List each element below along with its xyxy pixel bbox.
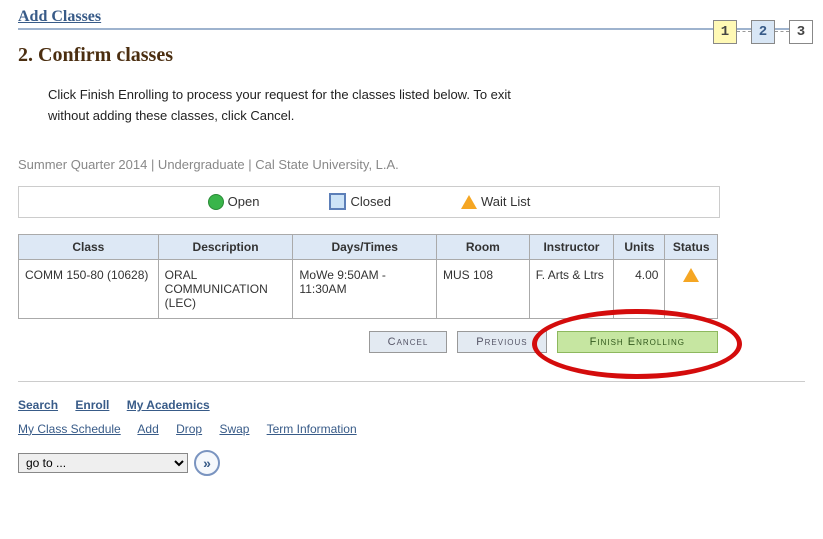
step-separator — [737, 31, 751, 33]
drop-link[interactable]: Drop — [176, 422, 202, 436]
waitlist-icon — [683, 268, 699, 282]
step-3: 3 — [789, 20, 813, 44]
legend-open: Open — [208, 194, 260, 210]
add-link[interactable]: Add — [137, 422, 158, 436]
bottom-primary-nav: Search Enroll My Academics — [18, 398, 805, 412]
term-info: Summer Quarter 2014 | Undergraduate | Ca… — [18, 157, 805, 172]
action-buttons: Cancel Previous Finish Enrolling — [18, 331, 718, 353]
col-room: Room — [436, 234, 529, 259]
my-class-schedule-link[interactable]: My Class Schedule — [18, 422, 121, 436]
page-title: Add Classes — [18, 8, 805, 30]
classes-table: Class Description Days/Times Room Instru… — [18, 234, 718, 319]
closed-icon — [329, 193, 346, 210]
cell-days: MoWe 9:50AM - 11:30AM — [293, 259, 437, 318]
swap-link[interactable]: Swap — [219, 422, 249, 436]
step-indicator: 1 2 3 — [713, 20, 813, 44]
previous-button[interactable]: Previous — [457, 331, 546, 353]
col-status: Status — [665, 234, 718, 259]
enroll-link[interactable]: Enroll — [75, 398, 109, 412]
col-units: Units — [614, 234, 665, 259]
instruction-line-2: without adding these classes, click Canc… — [48, 108, 294, 123]
legend-waitlist-label: Wait List — [481, 194, 530, 209]
cell-units: 4.00 — [614, 259, 665, 318]
goto-button[interactable]: » — [194, 450, 220, 476]
col-instructor: Instructor — [529, 234, 614, 259]
col-class: Class — [19, 234, 159, 259]
cell-instructor: F. Arts & Ltrs — [529, 259, 614, 318]
legend-waitlist: Wait List — [461, 194, 530, 209]
section-title: 2. Confirm classes — [18, 44, 805, 67]
cell-class: COMM 150-80 (10628) — [19, 259, 159, 318]
term-information-link[interactable]: Term Information — [267, 422, 357, 436]
instruction-text: Click Finish Enrolling to process your r… — [48, 85, 748, 127]
step-separator — [775, 31, 789, 33]
legend-closed-label: Closed — [350, 194, 390, 209]
legend-closed: Closed — [329, 193, 390, 210]
cell-status — [665, 259, 718, 318]
legend-open-label: Open — [228, 194, 260, 209]
table-row: COMM 150-80 (10628) ORAL COMMUNICATION (… — [19, 259, 718, 318]
goto-row: go to ... » — [18, 450, 805, 476]
goto-select[interactable]: go to ... — [18, 453, 188, 473]
search-link[interactable]: Search — [18, 398, 58, 412]
table-header-row: Class Description Days/Times Room Instru… — [19, 234, 718, 259]
instruction-line-1: Click Finish Enrolling to process your r… — [48, 87, 511, 102]
my-academics-link[interactable]: My Academics — [127, 398, 210, 412]
waitlist-icon — [461, 195, 477, 209]
finish-enrolling-button[interactable]: Finish Enrolling — [557, 331, 718, 353]
status-legend: Open Closed Wait List — [18, 186, 720, 218]
bottom-secondary-nav: My Class Schedule Add Drop Swap Term Inf… — [18, 422, 805, 436]
chevron-right-icon: » — [203, 455, 211, 471]
cell-room: MUS 108 — [436, 259, 529, 318]
col-description: Description — [158, 234, 293, 259]
divider — [18, 381, 805, 382]
open-icon — [208, 194, 224, 210]
cancel-button[interactable]: Cancel — [369, 331, 448, 353]
cell-description: ORAL COMMUNICATION (LEC) — [158, 259, 293, 318]
col-days: Days/Times — [293, 234, 437, 259]
step-2: 2 — [751, 20, 775, 44]
step-1: 1 — [713, 20, 737, 44]
